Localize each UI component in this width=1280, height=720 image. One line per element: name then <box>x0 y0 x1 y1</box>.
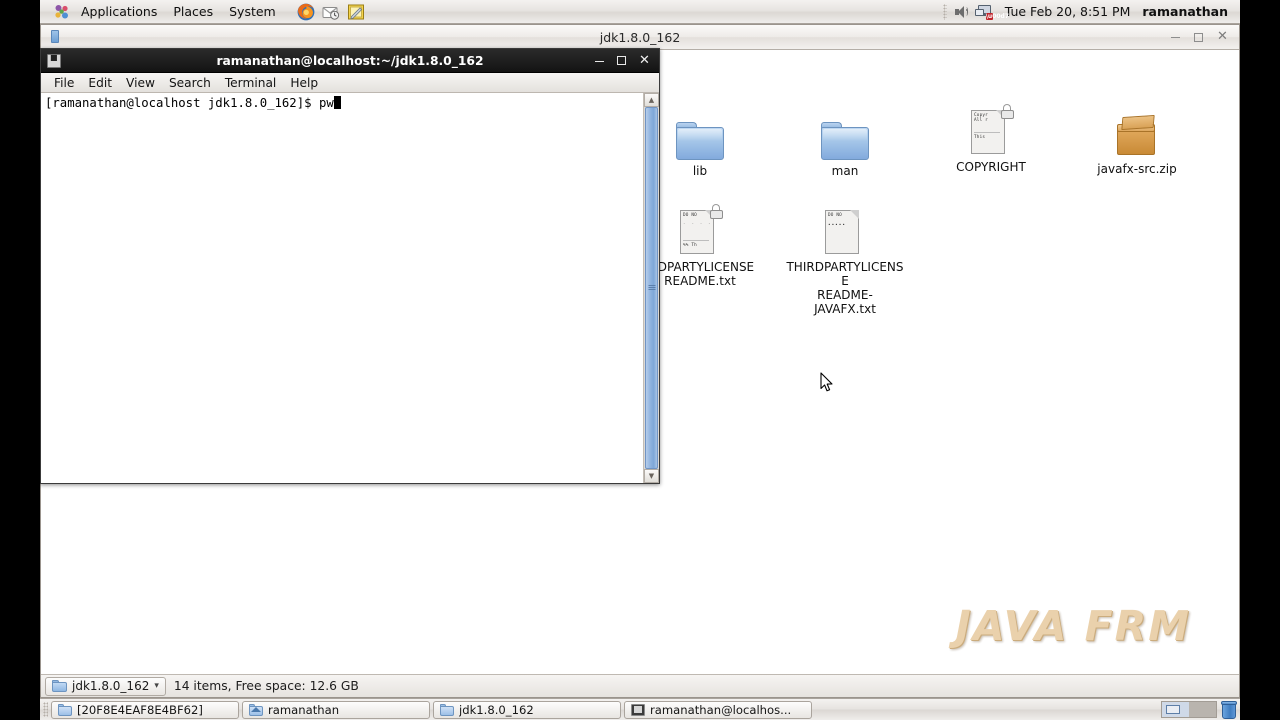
panel-tray: \u00d7 Tue Feb 20, 8:51 PM ramanathan <box>942 3 1240 20</box>
taskbar-button-label: ramanathan@localhos... <box>650 702 792 717</box>
workspace-1[interactable] <box>1162 702 1189 717</box>
file-item-label: javafx-src.zip <box>1097 162 1177 176</box>
menu-places[interactable]: Places <box>165 1 221 23</box>
terminal-scrollbar[interactable]: ▲ ▼ <box>643 93 659 483</box>
scrollbar-thumb[interactable] <box>645 107 658 469</box>
terminal-icon <box>631 703 645 716</box>
terminal-menu-terminal[interactable]: Terminal <box>218 74 284 92</box>
panel-username[interactable]: ramanathan <box>1142 4 1232 19</box>
terminal-main: [ramanathan@localhost jdk1.8.0_162]$ pw … <box>41 93 659 483</box>
terminal-title: ramanathan@localhost:~/jdk1.8.0_162 <box>216 53 484 68</box>
panel-clock[interactable]: Tue Feb 20, 8:51 PM <box>999 4 1137 19</box>
watermark: JAVA FRM <box>955 602 1191 650</box>
file-item-label: COPYRIGHT <box>956 160 1026 174</box>
terminal-menu-help[interactable]: Help <box>283 74 325 92</box>
terminal-prompt: [ramanathan@localhost jdk1.8.0_162]$ <box>45 96 319 110</box>
menu-applications[interactable]: Applications <box>73 1 165 23</box>
terminal-window-controls: ✕ <box>595 54 659 67</box>
screen: Applications Places System \u00d7 Tue Fe… <box>0 0 1280 720</box>
menu-system[interactable]: System <box>221 1 284 23</box>
file-item-label: man <box>831 164 859 178</box>
file-item-thirdpartylicensereadme-javafx[interactable]: DO NO ••••• THIRDPARTYLICENSE README-JAV… <box>786 208 904 316</box>
chevron-down-icon: ▾ <box>154 681 159 691</box>
doc-preview-text: This <box>974 135 986 140</box>
taskbar: [20F8E4EAF8E4BF62] ramanathan jdk1.8.0_1… <box>40 698 1240 720</box>
scrollbar-grip <box>648 285 655 291</box>
file-manager-title: jdk1.8.0_162 <box>599 29 681 45</box>
terminal-typed-command: pw <box>318 96 334 110</box>
file-manager-statusbar: jdk1.8.0_162 ▾ 14 items, Free space: 12.… <box>41 674 1239 697</box>
folder-icon <box>786 112 904 160</box>
scroll-down-button[interactable]: ▼ <box>644 469 659 483</box>
workspace-switcher[interactable] <box>1161 701 1217 718</box>
file-manager-titlebar[interactable]: jdk1.8.0_162 ✕ <box>41 25 1239 50</box>
text-document-icon: DO NO ••••• <box>786 208 904 256</box>
maximize-button[interactable] <box>617 55 628 66</box>
taskbar-button-20f8e4eaf8e4bf62[interactable]: [20F8E4EAF8E4BF62] <box>51 700 239 719</box>
taskbar-button-terminal[interactable]: ramanathan@localhos... <box>624 700 812 719</box>
taskbar-button-label: jdk1.8.0_162 <box>459 702 534 717</box>
network-disconnected-icon[interactable]: \u00d7 <box>974 4 1009 20</box>
panel-grip <box>942 3 947 20</box>
path-dropdown-button[interactable]: jdk1.8.0_162 ▾ <box>45 676 166 696</box>
folder-icon <box>58 703 72 716</box>
doc-preview-text: - - - - <box>683 222 713 227</box>
file-item-man[interactable]: man <box>786 112 904 178</box>
terminal-menu-view[interactable]: View <box>119 74 162 92</box>
workspace-2[interactable] <box>1189 702 1216 717</box>
panel-menu: Applications Places System <box>73 0 284 23</box>
panel-launchers <box>296 2 366 22</box>
firefox-launcher-icon[interactable] <box>296 2 316 22</box>
status-info-text: 14 items, Free space: 12.6 GB <box>173 679 359 693</box>
path-dropdown-label: jdk1.8.0_162 <box>72 679 150 693</box>
folder-icon <box>440 703 454 716</box>
close-button[interactable]: ✕ <box>1217 30 1229 43</box>
maximize-button[interactable] <box>1194 31 1206 43</box>
terminal-cursor <box>333 96 341 109</box>
minimize-button[interactable] <box>595 55 606 66</box>
evolution-mail-launcher-icon[interactable] <box>321 2 341 22</box>
lock-icon <box>999 104 1015 120</box>
terminal-menu-edit[interactable]: Edit <box>81 74 119 92</box>
doc-preview-text: ••••• <box>828 223 846 228</box>
file-manager-window-controls: ✕ <box>1171 30 1239 43</box>
file-item-copyright[interactable]: Copyr All r This COPYRIGHT <box>932 104 1050 174</box>
terminal-icon <box>47 53 61 68</box>
taskbar-button-label: ramanathan <box>268 702 340 717</box>
text-document-icon: Copyr All r This <box>932 104 1050 156</box>
file-item-javafx-src-zip[interactable]: javafx-src.zip <box>1078 110 1196 176</box>
terminal-titlebar[interactable]: ramanathan@localhost:~/jdk1.8.0_162 ✕ <box>41 49 659 73</box>
applications-menu-icon[interactable] <box>54 4 70 20</box>
taskbar-button-ramanathan[interactable]: ramanathan <box>242 700 430 719</box>
taskbar-tray <box>1161 700 1237 719</box>
speaker-volume-icon[interactable] <box>953 4 969 20</box>
minimize-button[interactable] <box>1171 31 1183 43</box>
terminal-window: ramanathan@localhost:~/jdk1.8.0_162 ✕ Fi… <box>40 48 660 484</box>
terminal-menu-file[interactable]: File <box>47 74 81 92</box>
scroll-up-button[interactable]: ▲ <box>644 93 659 107</box>
folder-icon <box>52 680 67 692</box>
scrollbar-track[interactable] <box>644 107 659 469</box>
trash-icon[interactable] <box>1221 700 1237 719</box>
doc-preview-text: DO NO <box>828 213 842 218</box>
doc-preview-text: %% Th <box>683 243 697 248</box>
terminal-menubar: File Edit View Search Terminal Help <box>41 73 659 93</box>
file-item-label: THIRDPARTYLICENSE README-JAVAFX.txt <box>786 260 904 316</box>
top-panel: Applications Places System \u00d7 Tue Fe… <box>40 0 1240 24</box>
taskbar-grip <box>43 702 48 717</box>
file-manager-icon <box>47 29 63 45</box>
text-editor-launcher-icon[interactable] <box>346 2 366 22</box>
terminal-screen[interactable]: [ramanathan@localhost jdk1.8.0_162]$ pw <box>41 93 643 483</box>
terminal-menu-search[interactable]: Search <box>162 74 218 92</box>
taskbar-button-jdk[interactable]: jdk1.8.0_162 <box>433 700 621 719</box>
taskbar-button-label: [20F8E4EAF8E4BF62] <box>77 702 203 717</box>
archive-icon <box>1078 110 1196 158</box>
lock-icon <box>708 204 724 220</box>
close-button[interactable]: ✕ <box>639 54 650 67</box>
home-folder-icon <box>249 703 263 716</box>
